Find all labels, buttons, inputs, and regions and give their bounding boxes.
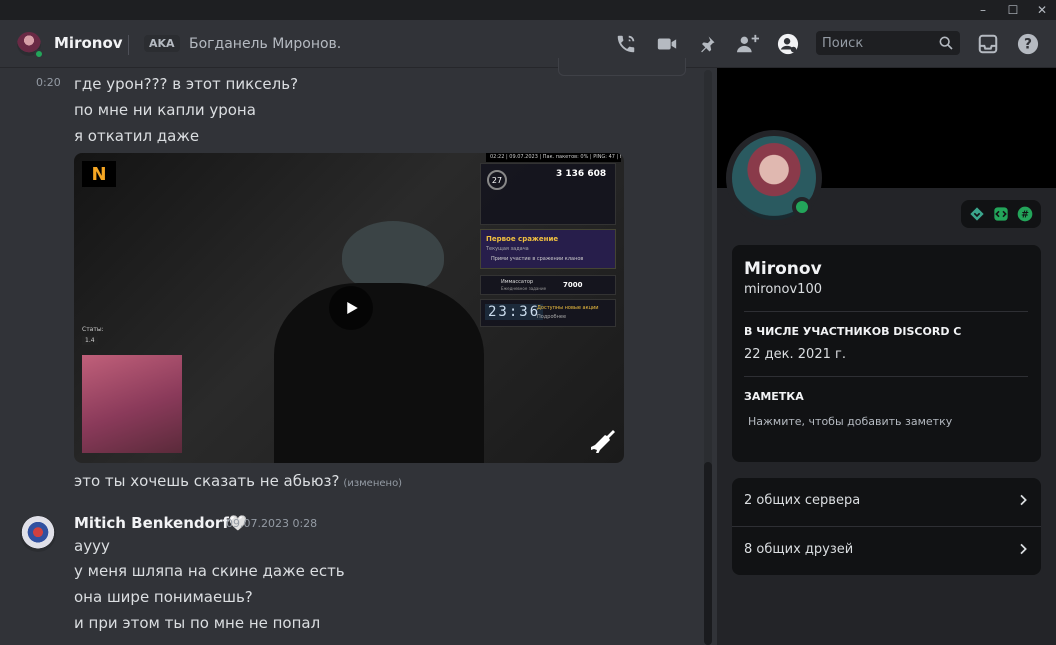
message-author[interactable]: Mitich Benkendorf🤍 [74, 514, 248, 532]
hud-score: 3 136 608 [556, 169, 607, 179]
note-input[interactable]: Нажмите, чтобы добавить заметку [748, 415, 952, 428]
aka-name: Богданель Миронов. [189, 36, 342, 52]
mutual-servers-row[interactable]: 2 общих сервера [732, 478, 1041, 526]
message-line: у меня шляпа на скине даже есть [74, 562, 345, 580]
hud-stats-value: 1.4 [82, 336, 98, 345]
svg-text:?: ? [1024, 37, 1032, 53]
message-hover-toolbar[interactable] [558, 58, 686, 76]
video-attachment[interactable]: N 02:22 | 09.07.2023 | Пак. пакетов: 0% … [74, 153, 624, 463]
divider [744, 376, 1028, 377]
pin-icon[interactable] [695, 32, 719, 56]
message-line: и при этом ты по мне не попал [74, 614, 321, 632]
search-input[interactable] [822, 34, 932, 52]
channel-header: Mironov AKA Богданель Миронов. ? [0, 20, 1056, 68]
video-call-icon[interactable] [655, 32, 679, 56]
online-status-icon [34, 49, 44, 59]
profile-badges: # [961, 200, 1041, 228]
hud-timer-sub: Подробнее [537, 314, 567, 320]
message-line: я откатил даже [74, 127, 200, 145]
hud-daily-sub: Ежедневное задание [501, 286, 547, 291]
maximize-button[interactable]: ☐ [998, 0, 1028, 20]
member-since-label: В ЧИСЛЕ УЧАСТНИКОВ DISCORD С [744, 325, 962, 338]
profile-display-name: Mironov [744, 259, 822, 279]
online-status-icon [792, 197, 812, 217]
profile-username[interactable]: mironov100 [744, 282, 822, 297]
add-friend-icon[interactable] [736, 32, 760, 56]
play-button[interactable] [329, 286, 373, 330]
hypesquad-badge-icon[interactable] [968, 205, 986, 223]
hud-minimap [82, 355, 182, 453]
aka-badge: AKA [144, 35, 180, 52]
hud-daily-value: 7000 [563, 281, 583, 289]
message-text: это ты хочешь сказать не абьюз? [74, 472, 340, 490]
hud-timer-panel: 23:36 Доступны новые акции Подробнее [480, 299, 616, 327]
user-profile-icon[interactable] [776, 32, 800, 56]
chevron-right-icon [1020, 494, 1027, 506]
profile-info-card: Mironov mironov100 В ЧИСЛЕ УЧАСТНИКОВ DI… [732, 245, 1041, 462]
hud-daily-title: Иммассатор [501, 279, 534, 285]
author-avatar[interactable] [20, 516, 56, 552]
hud-timer: 23:36 [485, 304, 544, 320]
hud-logo: N [82, 161, 116, 187]
active-developer-badge-icon[interactable] [992, 205, 1010, 223]
message-line: ayyy [74, 537, 110, 555]
window-titlebar: – ☐ ✕ [0, 0, 1056, 20]
hud-timer-title: Доступны новые акции [537, 305, 599, 311]
close-window-button[interactable]: ✕ [1027, 0, 1056, 20]
play-icon [347, 302, 358, 314]
hud-stats: Статы: 1.4 [82, 326, 104, 345]
note-label: ЗАМЕТКА [744, 390, 804, 403]
message-line: по мне ни капли урона [74, 101, 256, 119]
hud-task-title: Первое сражение [486, 235, 559, 243]
divider [744, 311, 1028, 312]
hud-topbar: 02:22 | 09.07.2023 | Пак. пакетов: 0% | … [486, 153, 621, 162]
hud-stats-panel: 27 3 136 608 [480, 163, 616, 225]
video-scene [274, 283, 484, 463]
message-line: где урон??? в этот пиксель? [74, 75, 299, 93]
hud-task-panel: Первое сражение Текущая задача Прими уча… [480, 229, 616, 269]
edited-label: (изменено) [343, 478, 403, 489]
mutual-friends-label: 8 общих друзей [744, 542, 854, 557]
svg-text:#: # [1021, 209, 1029, 220]
message-line: она шире понимаешь? [74, 588, 253, 606]
minimize-button[interactable]: – [968, 0, 998, 20]
chat-scrollbar-thumb[interactable] [704, 462, 712, 645]
header-username[interactable]: Mironov [54, 34, 123, 52]
member-since-date: 22 дек. 2021 г. [744, 347, 846, 362]
hud-stats-label: Статы: [82, 326, 104, 333]
hud-task-sub: Текущая задача [486, 246, 529, 252]
hud-task-item: Прими участие в сражении кланов [491, 256, 584, 262]
nitro-hash-badge-icon[interactable]: # [1016, 205, 1034, 223]
mutual-friends-row[interactable]: 8 общих друзей [732, 527, 1041, 575]
voice-call-icon[interactable] [614, 32, 638, 56]
user-profile-panel: # Mironov mironov100 В ЧИСЛЕ УЧАСТНИКОВ … [717, 68, 1056, 645]
message-timestamp: 09.07.2023 0:28 [226, 517, 318, 530]
hud-daily-panel: Иммассатор Ежедневное задание 7000 [480, 275, 616, 295]
search-box[interactable] [816, 31, 960, 55]
hud-level: 27 [487, 170, 507, 190]
inbox-icon[interactable] [976, 32, 1000, 56]
header-divider [128, 35, 129, 55]
mutual-card: 2 общих сервера 8 общих друзей [732, 478, 1041, 575]
search-icon [939, 36, 953, 50]
help-icon[interactable]: ? [1016, 32, 1040, 56]
message-timestamp: 0:20 [36, 76, 61, 89]
message-line: это ты хочешь сказать не абьюз? (изменено… [74, 471, 402, 494]
weapon-icon [589, 425, 619, 455]
mutual-servers-label: 2 общих сервера [744, 493, 861, 508]
chevron-right-icon [1020, 543, 1027, 555]
